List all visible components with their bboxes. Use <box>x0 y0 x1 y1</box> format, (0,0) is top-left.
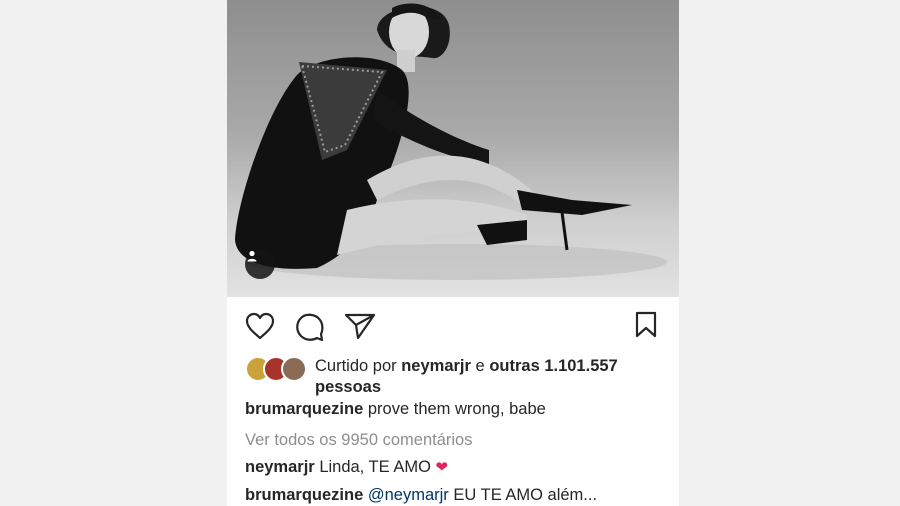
comment-bubble-icon[interactable] <box>295 312 325 342</box>
paper-plane-icon[interactable] <box>344 312 376 340</box>
likes-summary: Curtido por neymarjr e outras 1.101.557 … <box>245 356 665 396</box>
post-actions <box>227 297 679 355</box>
liked-by-conjunction: e <box>475 357 485 375</box>
comment-text: EU TE AMO além... <box>453 486 598 504</box>
heart-emoji-icon: ❤ <box>435 459 449 476</box>
view-all-comments-link[interactable]: Ver todos os 9950 comentários <box>245 431 472 450</box>
avatar <box>281 356 307 382</box>
bookmark-icon[interactable] <box>635 311 657 338</box>
photo-illustration <box>235 3 667 280</box>
comment-mention-link[interactable]: @neymarjr <box>368 486 449 504</box>
caption: brumarquezine prove them wrong, babe <box>245 400 546 419</box>
comment-username[interactable]: neymarjr <box>245 458 315 476</box>
caption-username[interactable]: brumarquezine <box>245 400 363 418</box>
comment-text: Linda, TE AMO <box>319 458 431 476</box>
liked-by-text: Curtido por neymarjr e outras 1.101.557 … <box>315 356 665 398</box>
comment-row: neymarjr Linda, TE AMO ❤ <box>245 458 448 477</box>
caption-text: prove them wrong, babe <box>367 400 546 418</box>
comment-username[interactable]: brumarquezine <box>245 486 363 504</box>
liked-by-user-link[interactable]: neymarjr <box>401 357 471 375</box>
person-tag-icon[interactable] <box>245 249 275 279</box>
instagram-post: Curtido por neymarjr e outras 1.101.557 … <box>227 0 679 506</box>
post-photo[interactable] <box>227 0 679 297</box>
heart-outline-icon[interactable] <box>245 312 275 340</box>
liker-avatars[interactable] <box>245 356 307 382</box>
liked-by-prefix: Curtido por <box>315 357 397 375</box>
comment-row: brumarquezine @neymarjr EU TE AMO além..… <box>245 486 597 505</box>
